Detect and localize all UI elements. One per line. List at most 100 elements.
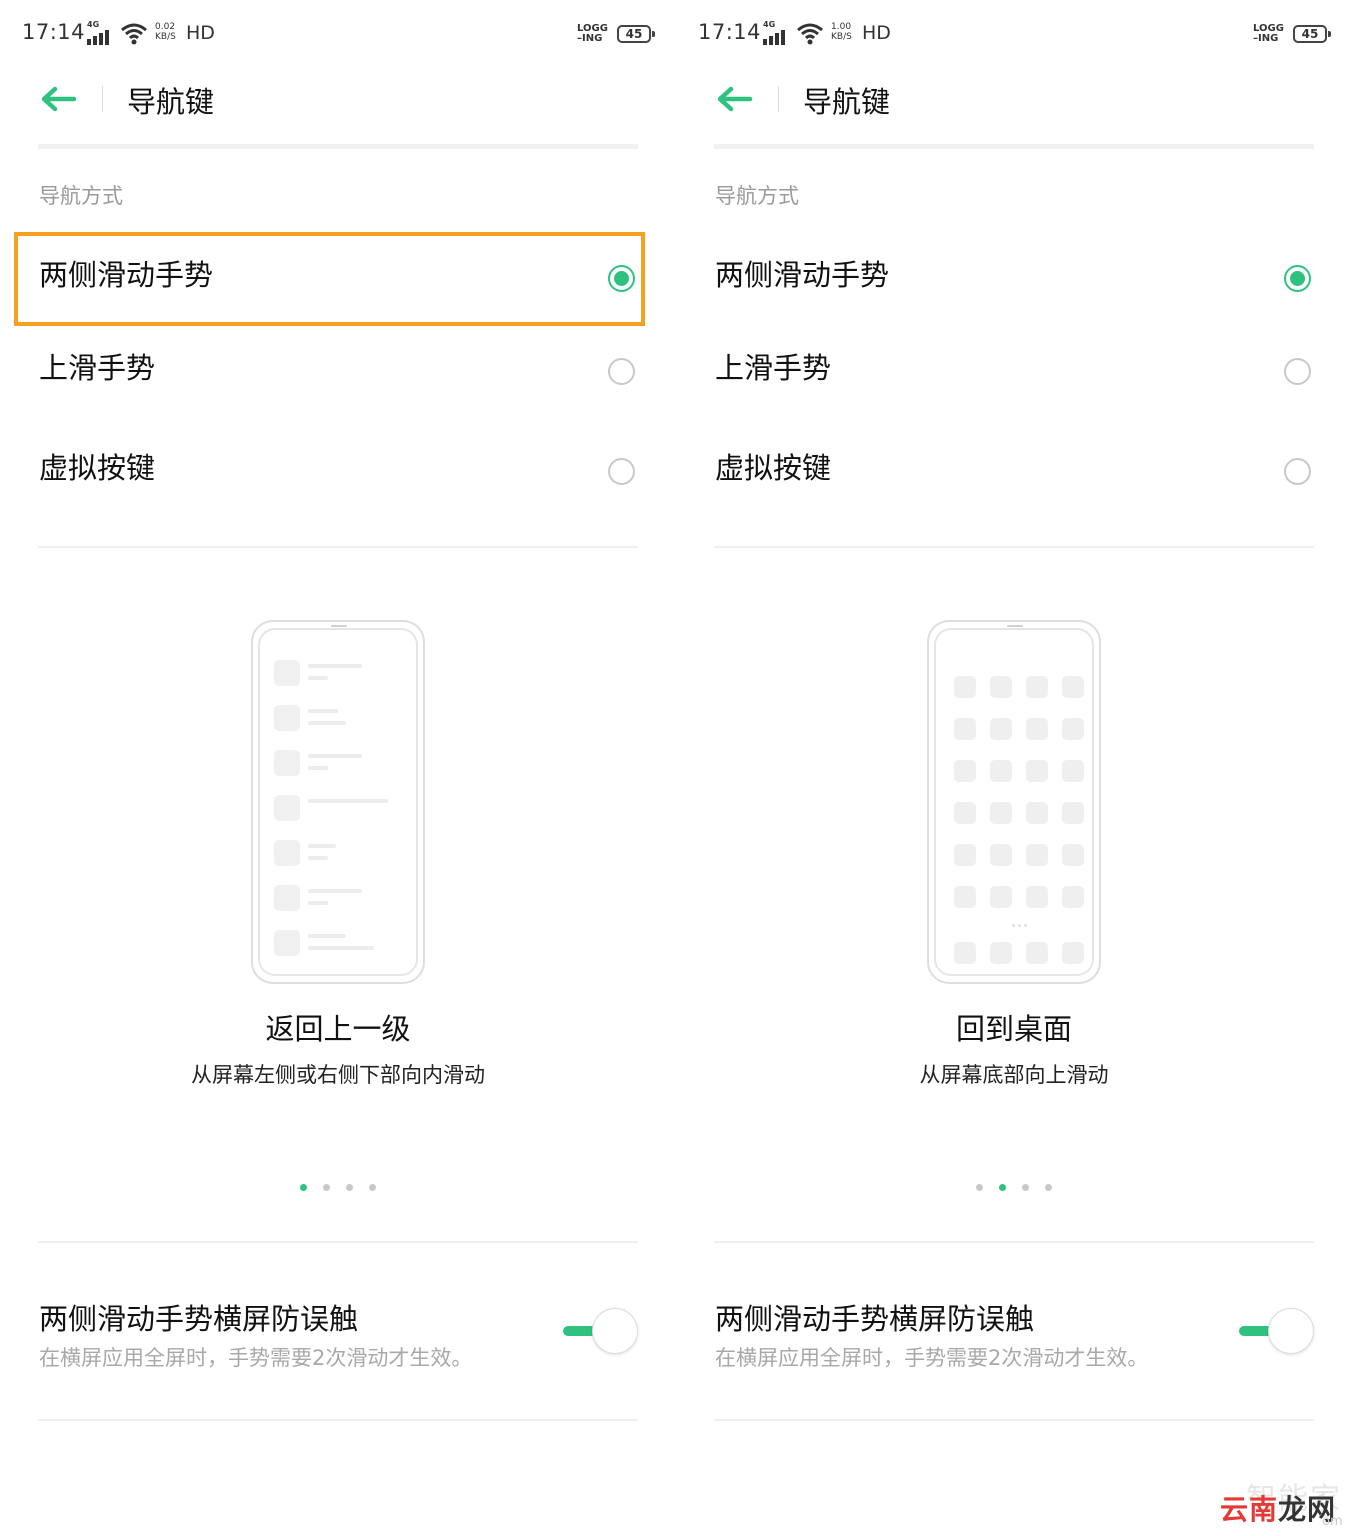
page-dot-active[interactable] xyxy=(300,1184,307,1191)
page-title: 导航键 xyxy=(803,85,891,119)
arrow-left-icon[interactable] xyxy=(40,86,78,112)
section-label: 导航方式 xyxy=(39,184,123,208)
list-item-text-placeholder xyxy=(308,754,362,758)
status-bar: 17:14 4G 0.02 KB/S HD LOGG –ING 45 xyxy=(0,0,676,70)
home-page-dot xyxy=(1012,924,1015,927)
network-type: 4G xyxy=(87,20,100,29)
home-page-dot xyxy=(1018,924,1021,927)
toggle-thumb[interactable] xyxy=(592,1308,638,1354)
divider xyxy=(38,1419,638,1421)
landscape-mistouch-toggle[interactable] xyxy=(562,1308,638,1354)
app-icon-placeholder xyxy=(990,844,1012,866)
toggle-title: 两侧滑动手势横屏防误触 xyxy=(715,1302,1035,1336)
list-item-icon-placeholder xyxy=(274,750,300,776)
header: 导航键 xyxy=(676,70,1352,150)
option-label: 虚拟按键 xyxy=(39,451,156,485)
phone-illustration-home-grid xyxy=(927,620,1101,984)
option-side-swipe-gesture[interactable]: 两侧滑动手势 xyxy=(38,232,638,324)
gesture-title: 回到桌面 xyxy=(955,1012,1072,1046)
phone-screen xyxy=(934,628,1094,976)
radio-button[interactable] xyxy=(608,458,635,485)
option-swipe-up-gesture[interactable]: 上滑手势 xyxy=(714,325,1314,417)
app-icon-placeholder xyxy=(990,886,1012,908)
app-icon-placeholder xyxy=(1062,844,1084,866)
page-dot[interactable] xyxy=(323,1184,330,1191)
arrow-left-icon[interactable] xyxy=(716,86,754,112)
list-item-text-placeholder xyxy=(308,901,328,905)
phone-illustration-app-list xyxy=(251,620,425,984)
app-icon-placeholder xyxy=(1026,844,1048,866)
app-icon-placeholder xyxy=(1062,886,1084,908)
cellular-signal-icon: 4G xyxy=(763,20,793,46)
list-item-icon-placeholder xyxy=(274,795,300,821)
list-item-text-placeholder xyxy=(308,844,336,848)
toggle-description: 在横屏应用全屏时，手势需要2次滑动才生效。 xyxy=(39,1346,473,1370)
radio-button[interactable] xyxy=(1284,358,1311,385)
app-icon-placeholder xyxy=(954,718,976,740)
battery-icon: 45 xyxy=(1293,25,1331,43)
home-page-dot xyxy=(1024,924,1027,927)
list-item-text-placeholder xyxy=(308,676,328,680)
option-virtual-keys[interactable]: 虚拟按键 xyxy=(714,425,1314,517)
page-dot[interactable] xyxy=(1022,1184,1029,1191)
radio-button-checked[interactable] xyxy=(1284,265,1311,292)
page-indicator[interactable] xyxy=(0,1184,676,1194)
app-icon-placeholder xyxy=(1026,886,1048,908)
cellular-signal-icon: 4G xyxy=(87,20,117,46)
settings-screen-right: 17:14 4G 1.00 KB/S HD LOGG –ING 45 导航键 导航方… xyxy=(676,0,1352,1536)
app-icon-placeholder xyxy=(954,802,976,824)
app-icon-placeholder xyxy=(990,718,1012,740)
list-item-text-placeholder xyxy=(308,799,388,803)
app-icon-placeholder xyxy=(1062,802,1084,824)
list-item-icon-placeholder xyxy=(274,660,300,686)
app-icon-placeholder xyxy=(954,844,976,866)
radio-button-checked[interactable] xyxy=(608,265,635,292)
option-label: 两侧滑动手势 xyxy=(39,258,214,292)
wifi-icon xyxy=(797,23,823,45)
logging-indicator: LOGG –ING xyxy=(577,23,608,44)
status-time: 17:14 xyxy=(698,20,762,44)
divider xyxy=(714,546,1314,548)
header-divider xyxy=(778,86,779,112)
network-speed: 1.00 KB/S xyxy=(831,22,852,42)
header: 导航键 xyxy=(0,70,676,150)
phone-screen xyxy=(258,628,418,976)
page-dot[interactable] xyxy=(346,1184,353,1191)
app-icon-placeholder xyxy=(1026,676,1048,698)
toggle-title: 两侧滑动手势横屏防误触 xyxy=(39,1302,359,1336)
list-item-text-placeholder xyxy=(308,856,328,860)
app-icon-placeholder xyxy=(1026,802,1048,824)
divider xyxy=(38,1241,638,1243)
watermark-logo: 云南龙网 xyxy=(1220,1493,1337,1526)
app-icon-placeholder xyxy=(1026,718,1048,740)
page-dot[interactable] xyxy=(976,1184,983,1191)
settings-screen-left: 17:14 4G 0.02 KB/S HD LOGG –ING 45 导航键 导航方… xyxy=(0,0,676,1536)
page-indicator[interactable] xyxy=(676,1184,1352,1194)
app-icon-placeholder xyxy=(990,942,1012,964)
list-item-text-placeholder xyxy=(308,709,338,713)
list-item-icon-placeholder xyxy=(274,840,300,866)
page-dot[interactable] xyxy=(369,1184,376,1191)
list-item-icon-placeholder xyxy=(274,885,300,911)
option-swipe-up-gesture[interactable]: 上滑手势 xyxy=(38,325,638,417)
list-item-text-placeholder xyxy=(308,934,346,938)
option-virtual-keys[interactable]: 虚拟按键 xyxy=(38,425,638,517)
app-icon-placeholder xyxy=(1026,760,1048,782)
divider xyxy=(714,1419,1314,1421)
option-side-swipe-gesture[interactable]: 两侧滑动手势 xyxy=(714,232,1314,324)
list-item-icon-placeholder xyxy=(274,930,300,956)
section-label: 导航方式 xyxy=(715,184,799,208)
phone-speaker xyxy=(1007,625,1023,627)
status-time: 17:14 xyxy=(22,20,86,44)
landscape-mistouch-toggle[interactable] xyxy=(1238,1308,1314,1354)
divider xyxy=(38,546,638,548)
option-label: 上滑手势 xyxy=(39,351,156,385)
hd-indicator: HD xyxy=(862,22,891,44)
header-divider-line xyxy=(38,144,638,149)
page-dot[interactable] xyxy=(1045,1184,1052,1191)
toggle-thumb[interactable] xyxy=(1268,1308,1314,1354)
radio-button[interactable] xyxy=(608,358,635,385)
page-dot-active[interactable] xyxy=(999,1184,1006,1191)
gesture-description: 从屏幕左侧或右侧下部向内滑动 xyxy=(191,1063,485,1087)
radio-button[interactable] xyxy=(1284,458,1311,485)
